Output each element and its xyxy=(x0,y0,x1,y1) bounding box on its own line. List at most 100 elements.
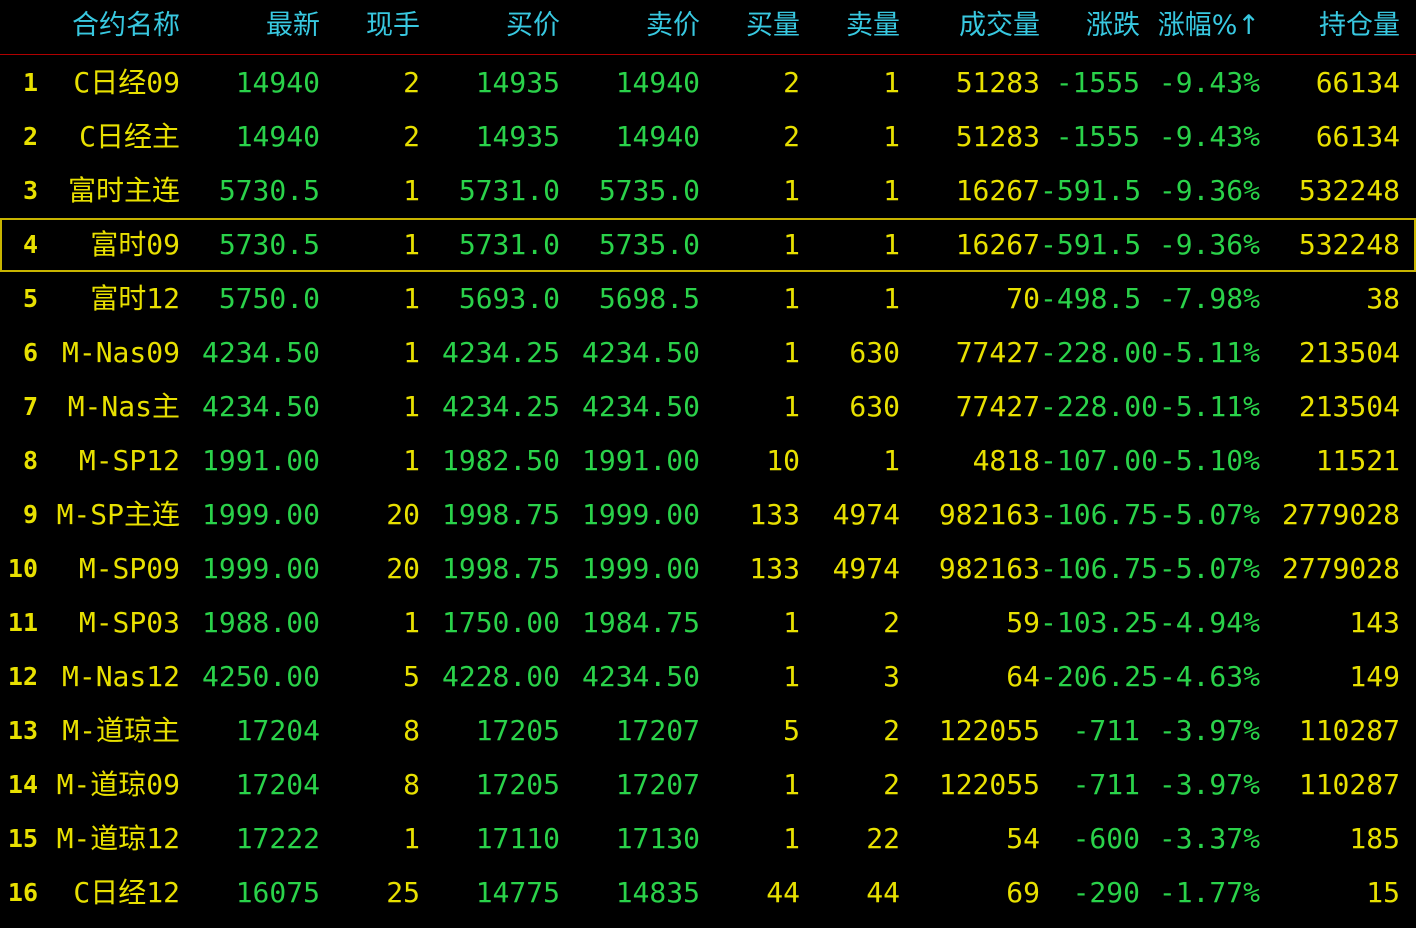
bid-volume: 1 xyxy=(783,660,800,693)
bid-volume: 1 xyxy=(783,228,800,261)
current-volume: 1 xyxy=(403,228,420,261)
total-volume: 16267 xyxy=(955,228,1040,261)
contract-name: M-Nas09 xyxy=(61,336,180,369)
ask-price: 1991.00 xyxy=(581,444,700,477)
table-row-selected[interactable]: 4 富时09 5730.5 1 5731.0 5735.0 1 1 16267 -591.5 -9.… xyxy=(0,218,1416,272)
current-volume: 2 xyxy=(403,66,420,99)
table-row[interactable]: 16 C日经12 16075 25 14775 14835 44 44 69 -290 -1.77%… xyxy=(0,866,1416,920)
table-row[interactable]: 12 M-Nas12 4250.00 5 4228.00 4234.50 1 3 64 -206.… xyxy=(0,650,1416,704)
table-row[interactable]: 8 M-SP12 1991.00 1 1982.50 1991.00 10 1 4818 -107… xyxy=(0,434,1416,488)
contract-name: M-道琼12 xyxy=(56,822,180,855)
ask-price: 1999.00 xyxy=(581,552,700,585)
contract-name: 富时09 xyxy=(90,228,180,261)
ask-volume: 1 xyxy=(883,66,900,99)
total-volume: 77427 xyxy=(955,336,1040,369)
total-volume: 51283 xyxy=(955,66,1040,99)
open-interest: 110287 xyxy=(1298,768,1400,801)
price-change: -103.25 xyxy=(1040,606,1159,639)
column-header-change[interactable]: 涨跌 xyxy=(1045,6,1140,46)
open-interest: 213504 xyxy=(1298,390,1400,423)
row-index: 9 xyxy=(22,500,38,529)
open-interest: 110287 xyxy=(1298,714,1400,747)
contract-name: C日经12 xyxy=(73,876,180,909)
total-volume: 54 xyxy=(1006,822,1040,855)
quote-table-header: 合约名称 最新 现手 买价 卖价 买量 卖量 成交量 涨跌 涨幅%↑ 持仓量 xyxy=(0,0,1416,55)
last-price: 5750.0 xyxy=(218,282,320,315)
last-price: 14940 xyxy=(235,120,320,153)
ask-price: 4234.50 xyxy=(581,336,700,369)
table-row[interactable]: 9 M-SP主连 1999.00 20 1998.75 1999.00 133 4974 982… xyxy=(0,488,1416,542)
column-header-bid[interactable]: 买价 xyxy=(440,6,560,46)
table-row[interactable]: 7 M-Nas主 4234.50 1 4234.25 4234.50 1 630 77427 -2… xyxy=(0,380,1416,434)
open-interest: 143 xyxy=(1349,606,1400,639)
price-change: -711 xyxy=(1072,714,1140,747)
contract-name: M-Nas主 xyxy=(67,390,180,423)
table-row[interactable]: 11 M-SP03 1988.00 1 1750.00 1984.75 1 2 59 -103.2… xyxy=(0,596,1416,650)
current-volume: 5 xyxy=(403,660,420,693)
ask-price: 5735.0 xyxy=(598,174,700,207)
ask-volume: 2 xyxy=(883,768,900,801)
last-price: 17222 xyxy=(235,822,320,855)
change-percent: -7.98% xyxy=(1158,282,1260,315)
table-row[interactable]: 13 M-道琼主 17204 8 17205 17207 5 2 122055 -711 -3.97… xyxy=(0,704,1416,758)
ask-volume: 630 xyxy=(849,336,900,369)
bid-price: 5731.0 xyxy=(458,174,560,207)
bid-volume: 5 xyxy=(783,714,800,747)
current-volume: 8 xyxy=(403,714,420,747)
table-row[interactable]: 1 C日经09 14940 2 14935 14940 2 1 51283 -1555 -9.43%… xyxy=(0,56,1416,110)
column-header-volume[interactable]: 成交量 xyxy=(910,6,1040,46)
column-header-bid-vol[interactable]: 买量 xyxy=(710,6,800,46)
ask-volume: 3 xyxy=(883,660,900,693)
total-volume: 64 xyxy=(1006,660,1040,693)
price-change: -711 xyxy=(1072,768,1140,801)
last-price: 1999.00 xyxy=(201,552,320,585)
current-volume: 1 xyxy=(403,282,420,315)
table-row[interactable]: 15 M-道琼12 17222 1 17110 17130 1 22 54 -600 -3.37% 1… xyxy=(0,812,1416,866)
table-row[interactable]: 5 富时12 5750.0 1 5693.0 5698.5 1 1 70 -498.5 -7.98%… xyxy=(0,272,1416,326)
row-index: 13 xyxy=(7,716,38,745)
table-row[interactable]: 3 富时主连 5730.5 1 5731.0 5735.0 1 1 16267 -591.5 -9.… xyxy=(0,164,1416,218)
total-volume: 122055 xyxy=(938,714,1040,747)
column-header-ask-vol[interactable]: 卖量 xyxy=(810,6,900,46)
bid-price: 14935 xyxy=(475,66,560,99)
contract-name: M-SP12 xyxy=(78,444,180,477)
last-price: 1988.00 xyxy=(201,606,320,639)
bid-price: 17205 xyxy=(475,768,560,801)
ask-price: 5735.0 xyxy=(598,228,700,261)
column-header-change-pct[interactable]: 涨幅%↑ xyxy=(1150,6,1260,46)
row-index: 4 xyxy=(22,230,38,259)
current-volume: 25 xyxy=(386,876,420,909)
bid-price: 1750.00 xyxy=(441,606,560,639)
column-header-open-interest[interactable]: 持仓量 xyxy=(1270,6,1400,46)
table-row[interactable]: 2 C日经主 14940 2 14935 14940 2 1 51283 -1555 -9.43% 6… xyxy=(0,110,1416,164)
contract-name: C日经09 xyxy=(73,66,180,99)
last-price: 14940 xyxy=(235,66,320,99)
total-volume: 77427 xyxy=(955,390,1040,423)
open-interest: 532248 xyxy=(1298,228,1400,261)
column-header-last[interactable]: 最新 xyxy=(200,6,320,46)
current-volume: 1 xyxy=(403,444,420,477)
row-index: 5 xyxy=(22,284,38,313)
row-index: 12 xyxy=(7,662,38,691)
column-header-cur-vol[interactable]: 现手 xyxy=(330,6,420,46)
change-percent: -3.97% xyxy=(1158,768,1260,801)
ask-volume: 44 xyxy=(866,876,900,909)
total-volume: 122055 xyxy=(938,768,1040,801)
table-row[interactable]: 14 M-道琼09 17204 8 17205 17207 1 2 122055 -711 -3.9… xyxy=(0,758,1416,812)
open-interest: 66134 xyxy=(1315,66,1400,99)
table-row[interactable]: 10 M-SP09 1999.00 20 1998.75 1999.00 133 4974 98… xyxy=(0,542,1416,596)
column-header-ask[interactable]: 卖价 xyxy=(580,6,700,46)
ask-price: 14835 xyxy=(615,876,700,909)
bid-price: 14935 xyxy=(475,120,560,153)
bid-volume: 1 xyxy=(783,336,800,369)
bid-volume: 1 xyxy=(783,390,800,423)
bid-price: 14775 xyxy=(475,876,560,909)
column-header-name[interactable]: 合约名称 xyxy=(40,6,180,46)
current-volume: 1 xyxy=(403,336,420,369)
current-volume: 1 xyxy=(403,606,420,639)
table-row[interactable]: 6 M-Nas09 4234.50 1 4234.25 4234.50 1 630 77427-… xyxy=(0,326,1416,380)
ask-volume: 4974 xyxy=(832,498,900,531)
ask-volume: 1 xyxy=(883,120,900,153)
ask-volume: 1 xyxy=(883,444,900,477)
price-change: -206.25 xyxy=(1040,660,1159,693)
